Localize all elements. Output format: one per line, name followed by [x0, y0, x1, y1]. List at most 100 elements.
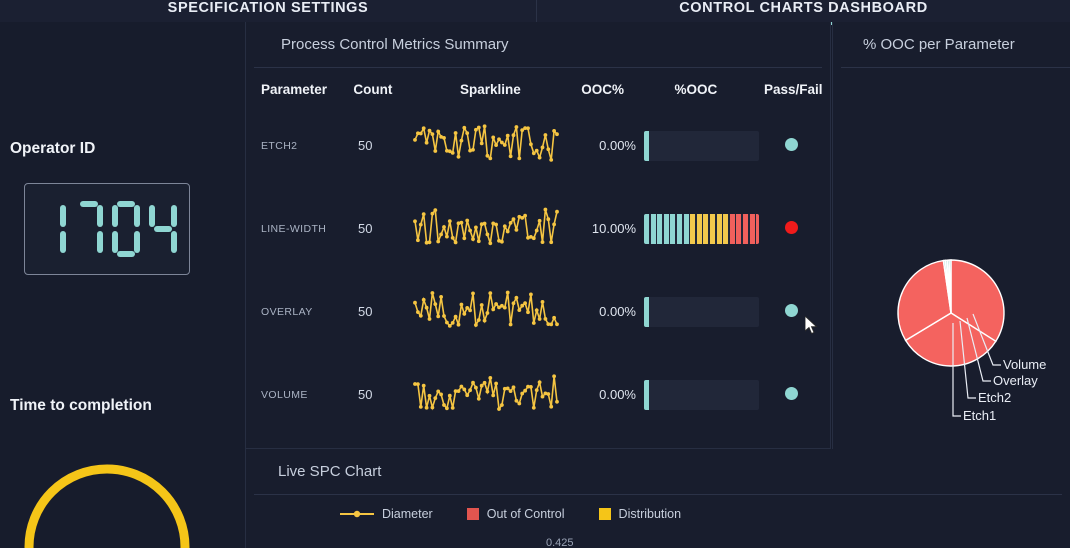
gauge-segment	[703, 131, 708, 161]
metrics-panel-title: Process Control Metrics Summary	[254, 22, 822, 68]
time-to-completion-gauge	[24, 464, 190, 548]
lcd-digit-3	[111, 201, 140, 257]
row-pct-ooc	[638, 296, 760, 327]
row-pct-ooc	[638, 379, 760, 410]
gauge-segment	[730, 131, 735, 161]
sparkline-chart	[413, 123, 559, 162]
lcd-digit-2	[75, 201, 103, 257]
row-count: 50	[358, 304, 373, 319]
gauge-segment	[717, 297, 722, 327]
legend-item-distribution[interactable]: Distribution	[598, 507, 681, 521]
process-control-metrics-panel: Process Control Metrics Summary Paramete…	[246, 22, 1056, 468]
gauge-segment	[690, 131, 695, 161]
sparkline-chart	[413, 290, 559, 328]
gauge-segment	[644, 379, 649, 410]
legend-item-out-of-control[interactable]: Out of Control	[466, 507, 565, 521]
tab-specification-settings[interactable]: SPECIFICATION SETTINGS	[0, 0, 537, 22]
gauge-segment	[750, 131, 755, 161]
status-badge	[784, 137, 798, 151]
gauge-segment	[670, 380, 675, 410]
gauge-segment	[697, 131, 702, 161]
status-badge	[784, 303, 798, 317]
gauge-segment	[670, 297, 675, 327]
gauge-segment	[664, 297, 669, 327]
gauge-segment	[756, 131, 759, 161]
gauge-segment	[736, 213, 742, 244]
gauge-segment	[743, 297, 748, 327]
row-pass-fail	[760, 220, 822, 237]
gauge-segment	[651, 380, 656, 410]
gauge-segment	[697, 297, 702, 327]
tab-specification-settings-label: SPECIFICATION SETTINGS	[167, 0, 369, 16]
gauge-segment	[657, 380, 662, 410]
column-header-ooc-pct: OOC%	[581, 81, 624, 97]
row-parameter: OVERLAY	[261, 305, 313, 318]
row-count: 50	[358, 387, 373, 402]
out-of-control-swatch-icon	[466, 508, 479, 520]
distribution-swatch-icon	[598, 508, 611, 520]
pie-label-overlay: Overlay	[993, 373, 1038, 388]
gauge-segment	[676, 213, 682, 244]
row-ooc-pct: 0.00%	[599, 138, 636, 153]
row-sparkline	[412, 281, 572, 343]
gauge-segment	[736, 297, 741, 327]
spc-y-axis-tick: 0.425	[546, 537, 574, 548]
gauge-segment	[756, 380, 759, 410]
row-ooc-pct: 0.00%	[599, 387, 636, 402]
control-charts-dashboard-app: SPECIFICATION SETTINGS CONTROL CHARTS DA…	[0, 0, 1070, 548]
gauge-segment	[703, 213, 709, 244]
mouse-cursor	[805, 316, 818, 335]
gauge-segment	[650, 213, 656, 244]
legend-label-diameter: Diameter	[382, 507, 433, 521]
sparkline-chart	[413, 373, 559, 411]
gauge-segment	[690, 297, 695, 327]
column-header-pct-ooc: %OOC	[674, 81, 718, 97]
gauge-segment	[677, 297, 682, 327]
gauge-segment	[644, 296, 649, 327]
table-row[interactable]: ETCH2 50 0.00%	[246, 104, 830, 187]
live-spc-chart-panel: Live SPC Chart Diameter Out of Control D…	[246, 449, 1070, 548]
row-ooc-pct: 10.00%	[591, 221, 636, 236]
pie-label-volume: Volume	[1003, 357, 1046, 372]
table-row[interactable]: VOLUME 50 0.00%	[246, 353, 830, 436]
diameter-line-icon	[340, 508, 374, 520]
row-pct-ooc	[638, 213, 760, 244]
gauge-segment	[736, 131, 741, 161]
gauge-segment	[690, 213, 696, 244]
gauge-segment	[696, 213, 702, 244]
pie-label-etch1: Etch1	[963, 408, 996, 423]
gauge-segment	[710, 131, 715, 161]
metrics-table-header: Parameter Count Sparkline OOC% %OOC Pass…	[246, 68, 830, 104]
sparkline-chart	[413, 207, 559, 245]
gauge-segment	[651, 131, 656, 161]
gauge-segment	[644, 213, 649, 244]
tab-control-charts-dashboard[interactable]: CONTROL CHARTS DASHBOARD	[537, 0, 1070, 25]
gauge-segment	[657, 297, 662, 327]
row-parameter: LINE-WIDTH	[261, 222, 327, 235]
row-parameter: ETCH2	[261, 139, 298, 152]
gauge-segment	[723, 297, 728, 327]
table-row[interactable]: OVERLAY 50 0.00%	[246, 270, 830, 353]
pie-slices	[897, 259, 1005, 367]
gauge-segment	[729, 213, 735, 244]
ooc-per-parameter-panel: % OOC per Parameter Etch1 Etch2 Overlay …	[832, 22, 1070, 449]
ooc-pie-wrap: Etch1 Etch2 Overlay Volume	[833, 68, 1070, 448]
gauge-segment	[710, 380, 715, 410]
status-badge	[784, 220, 798, 234]
column-header-sparkline: Sparkline	[460, 81, 521, 97]
legend-item-diameter[interactable]: Diameter	[340, 507, 433, 521]
gauge-segment	[723, 131, 728, 161]
tab-control-charts-dashboard-label: CONTROL CHARTS DASHBOARD	[679, 0, 928, 16]
gauge-segment	[684, 380, 689, 410]
row-count: 50	[358, 138, 373, 153]
row-count: 50	[358, 221, 373, 236]
gauge-segment	[651, 297, 656, 327]
gauge-segment	[750, 380, 755, 410]
row-parameter: VOLUME	[261, 388, 308, 401]
gauge-segment	[716, 213, 722, 244]
table-row[interactable]: LINE-WIDTH 50 10.00%	[246, 187, 830, 270]
tab-bar: SPECIFICATION SETTINGS CONTROL CHARTS DA…	[0, 0, 1070, 25]
ooc-panel-title: % OOC per Parameter	[841, 22, 1070, 68]
operator-id-display: 1704	[24, 183, 190, 275]
dashboard-body: Operator ID Time to completion Process C…	[0, 22, 1070, 548]
